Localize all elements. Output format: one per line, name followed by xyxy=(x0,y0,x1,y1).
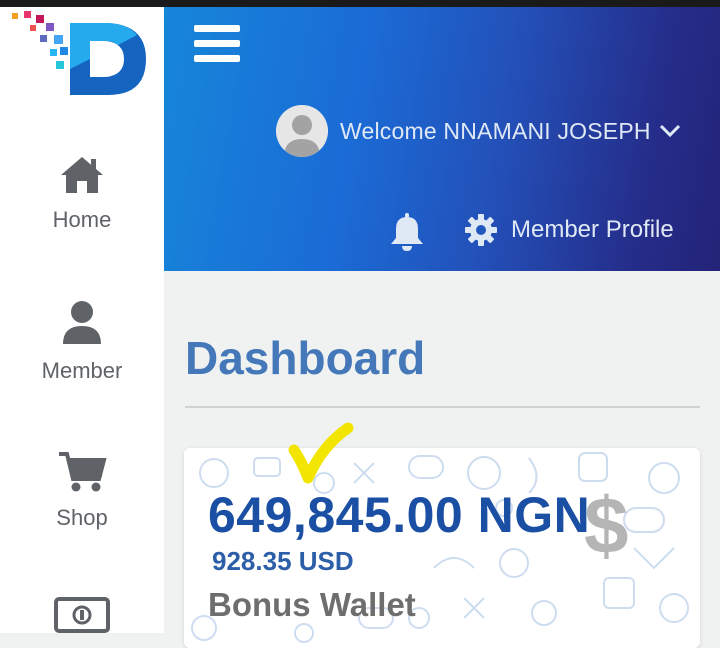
sidebar-item-home[interactable]: Home xyxy=(0,155,164,233)
top-header: Welcome NNAMANI JOSEPH Member Profile xyxy=(164,7,720,271)
divider xyxy=(185,406,700,408)
welcome-text: Welcome NNAMANI JOSEPH xyxy=(340,117,651,144)
sidebar-item-label: Member xyxy=(41,358,123,383)
sidebar-item-member[interactable]: Member xyxy=(0,300,164,384)
gear-icon xyxy=(465,214,497,246)
dollar-icon: $ xyxy=(584,481,629,570)
sidebar-item-label: Shop xyxy=(56,505,108,530)
home-icon xyxy=(61,157,103,193)
member-profile-link[interactable]: Member Profile xyxy=(464,213,674,247)
sidebar-item-label: Home xyxy=(52,207,112,232)
user-menu[interactable]: Welcome NNAMANI JOSEPH xyxy=(276,105,681,157)
avatar xyxy=(276,105,328,157)
page-title: Dashboard xyxy=(185,332,426,384)
money-bill-icon xyxy=(54,597,110,633)
sidebar-item-shop[interactable]: Shop xyxy=(0,451,164,531)
logo xyxy=(12,11,146,95)
wallet-usd-amount: 928.35 USD xyxy=(212,546,354,576)
menu-toggle-icon[interactable] xyxy=(194,25,240,65)
chevron-down-icon xyxy=(659,124,680,138)
member-profile-label: Member Profile xyxy=(511,216,674,243)
top-status-strip xyxy=(0,0,720,7)
sidebar: Home Member Shop xyxy=(0,7,164,633)
user-icon xyxy=(63,301,101,344)
wallet-label: Bonus Wallet xyxy=(208,586,416,623)
check-mark-annotation xyxy=(288,422,354,484)
cart-icon xyxy=(59,452,107,492)
bell-icon[interactable] xyxy=(389,212,425,252)
bonus-wallet-card: $ 649,845.00 NGN 928.35 USD Bonus Wallet xyxy=(184,448,700,648)
wallet-amount: 649,845.00 NGN xyxy=(208,487,591,543)
sidebar-item-money[interactable] xyxy=(0,597,164,633)
